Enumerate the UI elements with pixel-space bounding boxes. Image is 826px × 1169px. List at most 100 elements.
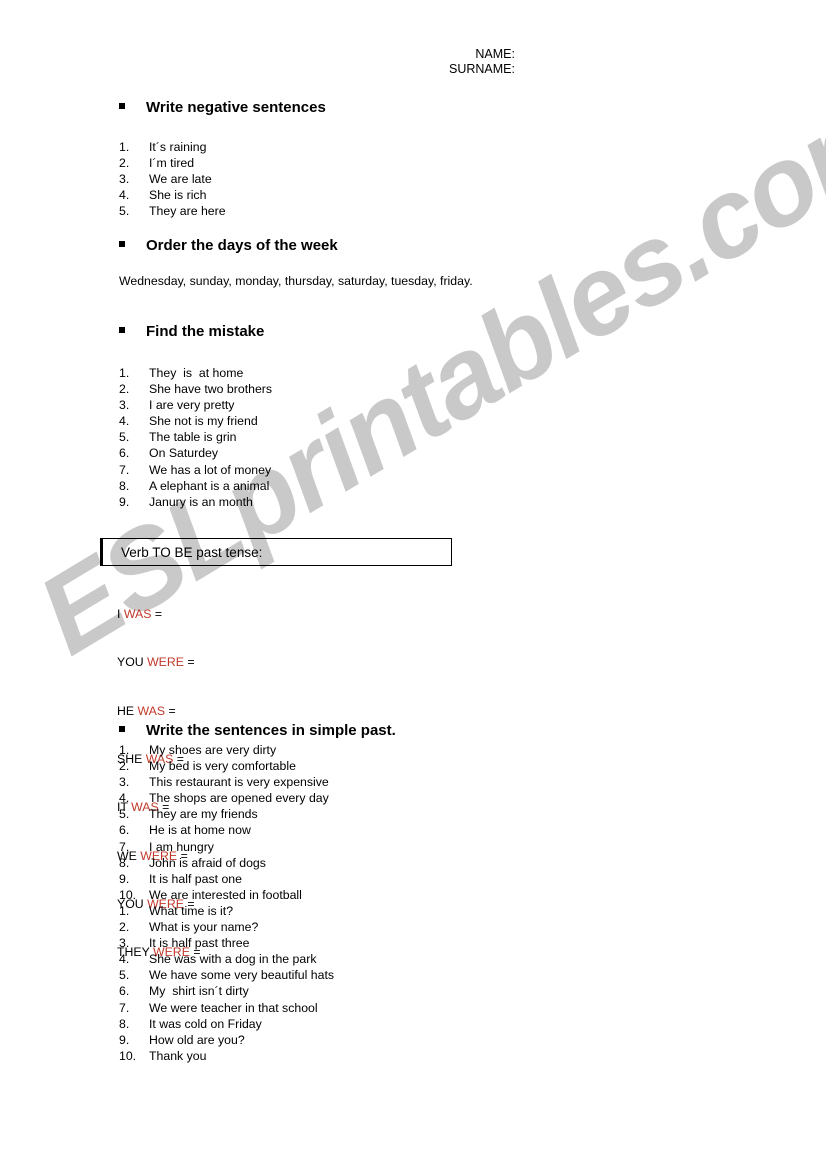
list-item: 4. She not is my friend bbox=[119, 413, 272, 429]
list-item: 6. My shirt isn´t dirty bbox=[119, 983, 334, 999]
list-simple-past-first: 1. My shoes are very dirty 2. My bed is ve… bbox=[119, 742, 329, 903]
item-number: 1. bbox=[119, 366, 130, 380]
item-text: We are late bbox=[149, 172, 212, 187]
item-text: Janury is an month bbox=[149, 494, 253, 509]
list-item: 5. We have some very beautiful hats bbox=[119, 967, 334, 983]
list-item: 5. They are here bbox=[119, 203, 226, 219]
item-text: My shoes are very dirty bbox=[149, 743, 277, 757]
list-item: 9. How old are you? bbox=[119, 1032, 334, 1048]
pronoun: HE bbox=[117, 703, 135, 718]
conjugation-row: I WAS = bbox=[117, 606, 201, 622]
item-text: I´m tired bbox=[149, 156, 195, 171]
item-number: 2. bbox=[119, 156, 130, 171]
item-text: We have some very beautiful hats bbox=[149, 968, 335, 983]
list-item: 1. What time is it? bbox=[119, 903, 334, 919]
list-item: 4. She is rich bbox=[119, 187, 226, 203]
item-number: 10. bbox=[119, 887, 137, 902]
section-heading-days-of-week: Order the days of the week bbox=[119, 237, 338, 254]
item-number: 1. bbox=[119, 140, 130, 154]
item-number: 4. bbox=[119, 188, 130, 203]
item-number: 5. bbox=[119, 430, 130, 445]
item-number: 1. bbox=[119, 743, 130, 757]
item-text: How old are you? bbox=[149, 1032, 245, 1047]
item-text: What time is it? bbox=[149, 904, 234, 918]
item-number: 10. bbox=[119, 1048, 137, 1063]
item-text: We were teacher in that school bbox=[149, 1000, 318, 1015]
item-text: They are my friends bbox=[149, 807, 258, 822]
square-bullet-icon bbox=[119, 726, 125, 732]
past-form: WERE bbox=[147, 655, 184, 670]
item-number: 2. bbox=[119, 759, 130, 774]
student-info-header: NAME: SURNAME: bbox=[0, 47, 515, 77]
past-form: WAS bbox=[123, 607, 152, 622]
list-item: 1. It´s raining bbox=[119, 139, 226, 155]
list-item: 7. I am hungry bbox=[119, 839, 329, 855]
equals-sign: = bbox=[154, 607, 163, 622]
item-number: 5. bbox=[119, 204, 130, 219]
list-item: 4. She was with a dog in the park bbox=[119, 951, 334, 967]
conjugation-row: YOU WERE = bbox=[117, 654, 201, 670]
item-number: 7. bbox=[119, 839, 130, 854]
item-number: 2. bbox=[119, 920, 130, 935]
item-text: They are here bbox=[149, 204, 226, 219]
item-text: We are interested in football bbox=[149, 887, 302, 902]
list-item: 2. What is your name? bbox=[119, 919, 334, 935]
list-item: 7. We were teacher in that school bbox=[119, 1000, 334, 1016]
conjugation-row: HE WAS = bbox=[117, 703, 201, 719]
item-text: She have two brothers bbox=[149, 382, 273, 397]
list-item: 5. They are my friends bbox=[119, 806, 329, 822]
list-item: 1. They is at home bbox=[119, 365, 272, 381]
item-text: My bed is very comfortable bbox=[149, 759, 296, 774]
item-text: It´s raining bbox=[149, 140, 207, 154]
item-number: 3. bbox=[119, 172, 130, 187]
days-of-week-text: Wednesday, sunday, monday, thursday, sat… bbox=[119, 274, 473, 288]
equals-sign: = bbox=[187, 655, 195, 670]
item-number: 1. bbox=[119, 904, 130, 918]
list-item: 3. We are late bbox=[119, 171, 226, 187]
list-item: 2. My bed is very comfortable bbox=[119, 758, 329, 774]
list-item: 8. A elephant is a animal bbox=[119, 478, 272, 494]
list-item: 4. The shops are opened every day bbox=[119, 790, 329, 806]
surname-label: SURNAME: bbox=[449, 62, 515, 76]
list-item: 8. It was cold on Friday bbox=[119, 1016, 334, 1032]
heading-text: Order the days of the week bbox=[146, 237, 338, 254]
item-number: 3. bbox=[119, 398, 130, 413]
list-negative-sentences: 1. It´s raining 2. I´m tired 3. We are late… bbox=[119, 139, 226, 219]
list-item: 2. She have two brothers bbox=[119, 381, 272, 397]
item-number: 5. bbox=[119, 807, 130, 822]
item-text: What is your name? bbox=[149, 920, 259, 935]
item-number: 4. bbox=[119, 414, 130, 429]
section-heading-find-mistake: Find the mistake bbox=[119, 323, 264, 340]
verb-to-be-box: Verb TO BE past tense: bbox=[100, 538, 452, 566]
list-item: 9. Janury is an month bbox=[119, 494, 272, 510]
item-number: 9. bbox=[119, 494, 130, 509]
item-number: 7. bbox=[119, 462, 130, 477]
list-item: 7. We has a lot of money bbox=[119, 462, 272, 478]
list-item: 6. On Saturdey bbox=[119, 445, 272, 461]
equals-sign: = bbox=[168, 703, 176, 718]
item-text: The table is grin bbox=[149, 430, 237, 445]
item-number: 3. bbox=[119, 775, 130, 790]
item-text: She not is my friend bbox=[149, 414, 258, 429]
item-number: 4. bbox=[119, 791, 130, 806]
item-text: I are very pretty bbox=[149, 398, 235, 413]
square-bullet-icon bbox=[119, 241, 125, 247]
list-item: 10. We are interested in football bbox=[119, 887, 329, 903]
item-number: 2. bbox=[119, 382, 130, 397]
item-text: He is at home now bbox=[149, 823, 251, 838]
list-item: 5. The table is grin bbox=[119, 429, 272, 445]
item-number: 4. bbox=[119, 952, 130, 967]
item-text: She is rich bbox=[149, 188, 207, 203]
item-number: 6. bbox=[119, 446, 130, 461]
list-find-mistake: 1. They is at home 2. She have two brother… bbox=[119, 365, 272, 510]
item-text: They is at home bbox=[149, 366, 244, 380]
worksheet-page: ESLprintables.com NAME: SURNAME: Write n… bbox=[0, 0, 826, 1169]
list-item: 6. He is at home now bbox=[119, 822, 329, 838]
item-number: 8. bbox=[119, 855, 130, 870]
item-text: It was cold on Friday bbox=[149, 1016, 262, 1031]
item-text: On Saturdey bbox=[149, 446, 219, 461]
section-heading-simple-past: Write the sentences in simple past. bbox=[119, 722, 396, 739]
item-text: This restaurant is very expensive bbox=[149, 775, 329, 790]
item-number: 6. bbox=[119, 823, 130, 838]
item-number: 9. bbox=[119, 1032, 130, 1047]
